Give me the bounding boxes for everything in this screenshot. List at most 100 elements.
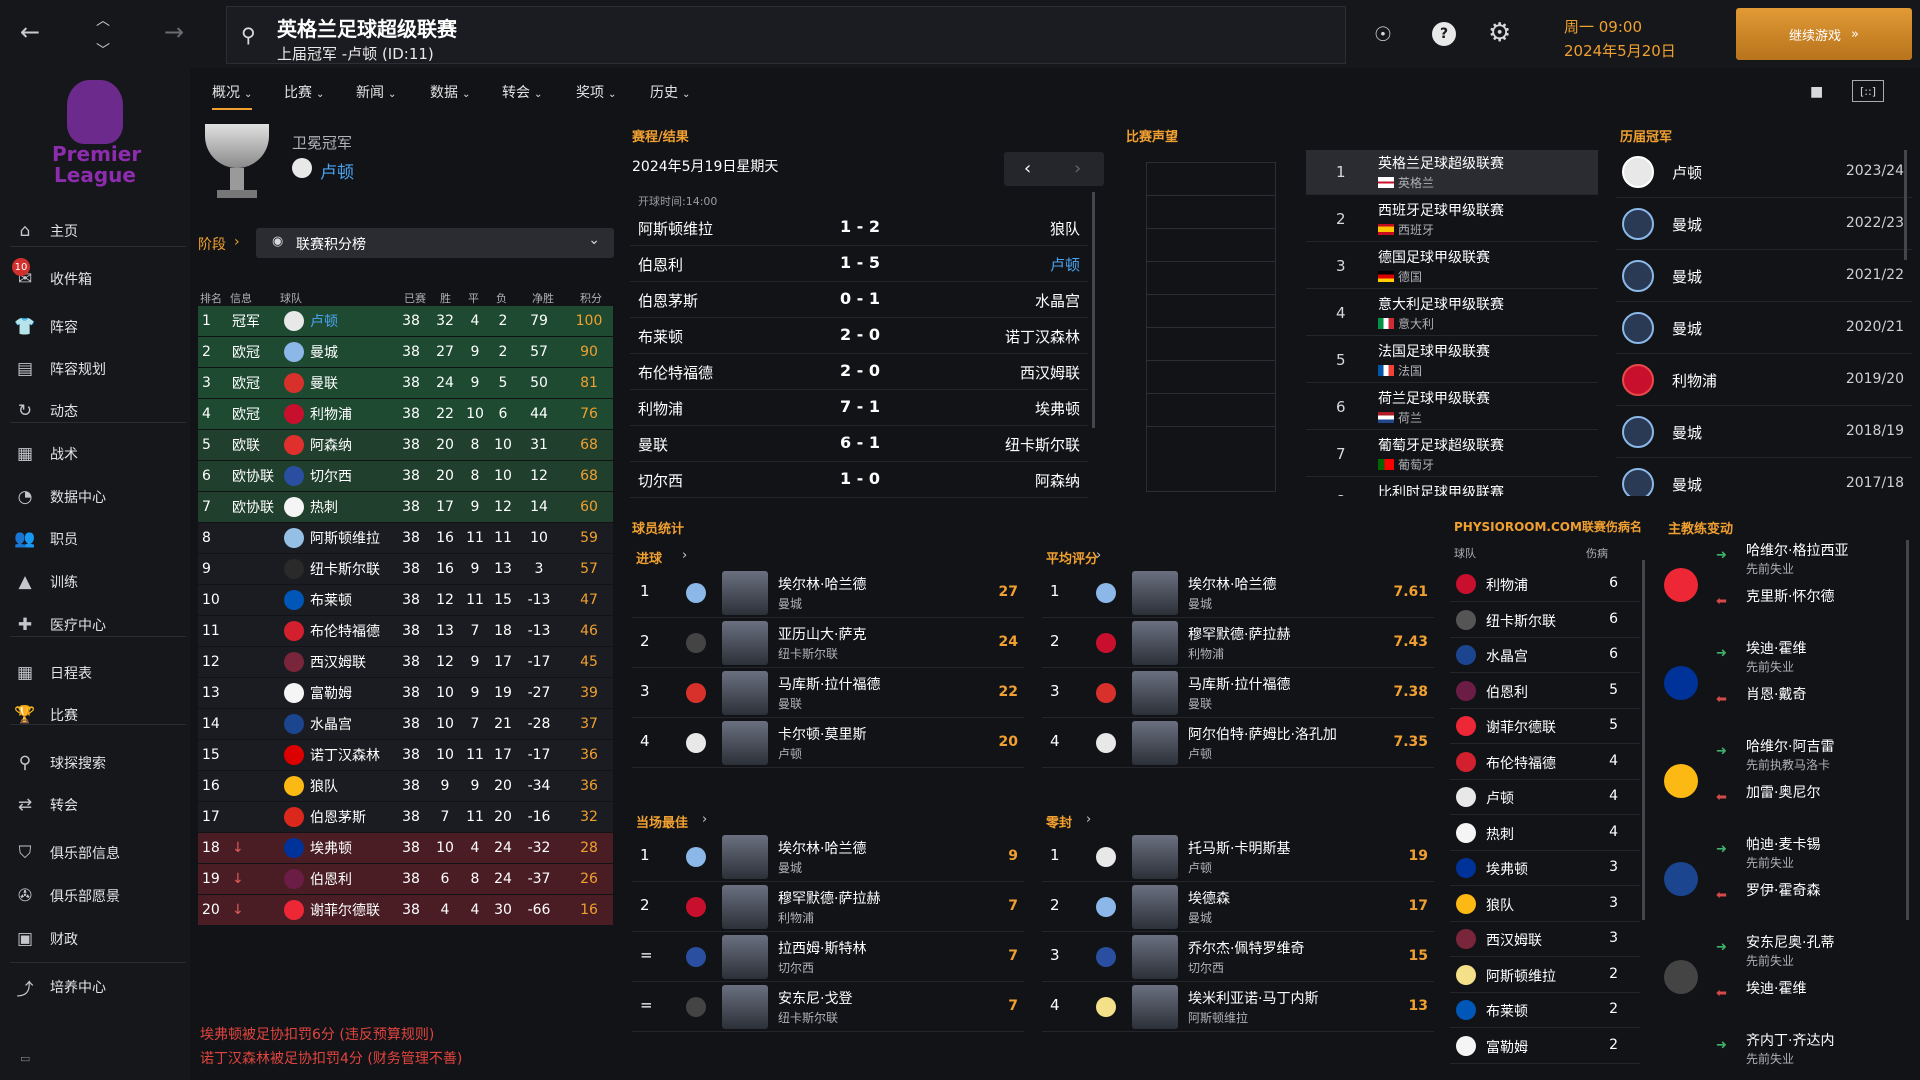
sidebar-item-13[interactable]: ⇄ 转会 <box>0 788 190 822</box>
player-row[interactable]: = 拉西姆·斯特林 切尔西 7 <box>632 932 1024 982</box>
injury-team[interactable]: 伯恩利 <box>1486 682 1528 702</box>
player-photo[interactable] <box>1132 571 1178 615</box>
player-photo[interactable] <box>1132 885 1178 929</box>
managers-scrollbar[interactable] <box>1906 540 1909 920</box>
injury-team[interactable]: 布伦特福德 <box>1486 753 1556 773</box>
player-row[interactable]: 3 乔尔杰·佩特罗维奇 切尔西 15 <box>1042 932 1434 982</box>
help-icon[interactable]: ? <box>1432 22 1456 46</box>
table-row[interactable]: 15 诺丁汉森林 38 10 11 17 -17 36 <box>198 740 613 770</box>
table-row[interactable]: 7 欧协联 热刺 38 17 9 12 14 60 <box>198 492 613 522</box>
player-name[interactable]: 穆罕默德·萨拉赫 <box>1188 624 1290 644</box>
injuries-col-count[interactable]: 伤病 <box>1586 545 1608 561</box>
player-photo[interactable] <box>722 935 768 979</box>
player-row[interactable]: 2 穆罕默德·萨拉赫 利物浦 7 <box>632 882 1024 932</box>
table-row[interactable]: 12 西汉姆联 38 12 9 17 -17 45 <box>198 647 613 677</box>
league-row[interactable]: 8 比利时足球甲级联赛 <box>1306 479 1598 496</box>
table-dropdown[interactable]: ◉ 联赛积分榜 ⌄ <box>256 228 614 258</box>
injury-team[interactable]: 富勒姆 <box>1486 1037 1528 1057</box>
manager-change-row[interactable]: ➜ 哈维尔·阿吉雷 先前执教马洛卡 ⬅ 加雷·奥尼尔 <box>1664 732 1900 830</box>
chevron-down-icon[interactable]: ﹀ <box>96 40 110 60</box>
away-team[interactable]: 纽卡斯尔联 <box>1005 434 1080 455</box>
away-team[interactable]: 诺丁汉森林 <box>1005 326 1080 347</box>
sidebar-item-7[interactable]: 👥 职员 <box>0 522 190 556</box>
player-team[interactable]: 曼城 <box>778 595 802 612</box>
injury-row[interactable]: 水晶宫 6 <box>1450 637 1640 673</box>
manager-in-name[interactable]: 齐内丁·齐达内 <box>1746 1030 1834 1050</box>
table-header-3[interactable]: 已赛 <box>404 290 426 306</box>
chevron-right-icon[interactable]: › <box>702 812 707 827</box>
player-name[interactable]: 埃德森 <box>1188 888 1230 908</box>
match-row[interactable]: 阿斯顿维拉 1 - 2 狼队 <box>630 210 1088 246</box>
away-team[interactable]: 水晶宫 <box>1035 290 1080 311</box>
champion-row[interactable]: 曼城 2018/19 <box>1616 406 1912 458</box>
prev-date-icon[interactable]: ‹ <box>1024 158 1031 179</box>
fixtures-scrollbar[interactable] <box>1092 192 1095 428</box>
champions-title[interactable]: 历届冠军 <box>1620 126 1672 145</box>
search-bar[interactable]: ⚲ 英格兰足球超级联赛 上届冠军 -卢顿 (ID:11) <box>226 6 1346 64</box>
sidebar-item-0[interactable]: ⌂ 主页 <box>0 214 190 248</box>
player-photo[interactable] <box>1132 935 1178 979</box>
table-row[interactable]: 6 欧协联 切尔西 38 20 8 10 12 68 <box>198 461 613 491</box>
row-team[interactable]: 阿斯顿维拉 <box>310 528 380 548</box>
league-row[interactable]: 2 西班牙足球甲级联赛 西班牙 <box>1306 197 1598 242</box>
league-name[interactable]: 西班牙足球甲级联赛 <box>1378 200 1504 220</box>
table-row[interactable]: 20 ↓ 谢菲尔德联 38 4 4 30 -66 16 <box>198 895 613 925</box>
match-score[interactable]: 2 - 0 <box>820 325 900 344</box>
sidebar-item-15[interactable]: ✇ 俱乐部愿景 <box>0 879 190 913</box>
player-team[interactable]: 利物浦 <box>1188 645 1224 662</box>
table-row[interactable]: 10 布莱顿 38 12 11 15 -13 47 <box>198 585 613 615</box>
player-team[interactable]: 卢顿 <box>778 745 802 762</box>
sidebar-item-3[interactable]: ▤ 阵容规划 <box>0 352 190 386</box>
league-row[interactable]: 7 葡萄牙足球超级联赛 葡萄牙 <box>1306 432 1598 477</box>
chevron-right-icon[interactable]: › <box>682 548 687 563</box>
player-name[interactable]: 乔尔杰·佩特罗维奇 <box>1188 938 1304 958</box>
injury-row[interactable]: 谢菲尔德联 5 <box>1450 708 1640 744</box>
league-name[interactable]: 英格兰足球超级联赛 <box>1378 153 1504 173</box>
player-photo[interactable] <box>722 985 768 1029</box>
league-name[interactable]: 德国足球甲级联赛 <box>1378 247 1490 267</box>
table-row[interactable]: 16 狼队 38 9 9 20 -34 36 <box>198 771 613 801</box>
row-team[interactable]: 伯恩茅斯 <box>310 807 366 827</box>
player-team[interactable]: 曼联 <box>1188 695 1212 712</box>
stats-clean-title[interactable]: 零封 <box>1046 812 1072 831</box>
injury-row[interactable]: 阿斯顿维拉 2 <box>1450 957 1640 993</box>
row-team[interactable]: 热刺 <box>310 497 338 517</box>
row-team[interactable]: 布莱顿 <box>310 590 352 610</box>
lock-icon[interactable]: ■ <box>1810 84 1823 100</box>
injury-team[interactable]: 狼队 <box>1486 895 1514 915</box>
injury-row[interactable]: 布莱顿 2 <box>1450 992 1640 1028</box>
player-row[interactable]: 4 埃米利亚诺·马丁内斯 阿斯顿维拉 13 <box>1042 982 1434 1032</box>
injury-row[interactable]: 伯恩利 5 <box>1450 673 1640 709</box>
row-team[interactable]: 水晶宫 <box>310 714 352 734</box>
match-score[interactable]: 7 - 1 <box>820 397 900 416</box>
injury-row[interactable]: 纽卡斯尔联 6 <box>1450 602 1640 638</box>
back-arrow-icon[interactable]: ← <box>20 18 40 46</box>
injuries-title[interactable]: PHYSIOROOM.COM联赛伤病名 <box>1454 518 1642 535</box>
away-team[interactable]: 狼队 <box>1050 218 1080 239</box>
table-header-8[interactable]: 积分 <box>580 290 602 306</box>
tab-6[interactable]: 历史 ⌄ <box>650 82 690 102</box>
table-row[interactable]: 9 纽卡斯尔联 38 16 9 13 3 57 <box>198 554 613 584</box>
match-score[interactable]: 1 - 0 <box>820 469 900 488</box>
defending-team[interactable]: 卢顿 <box>320 158 354 183</box>
manager-change-row[interactable]: ➜ 安东尼奥·孔蒂 先前失业 ⬅ 埃迪·霍维 <box>1664 928 1900 1026</box>
home-team[interactable]: 布莱顿 <box>638 326 683 347</box>
row-team[interactable]: 切尔西 <box>310 466 352 486</box>
player-row[interactable]: 2 亚历山大·萨克 纽卡斯尔联 24 <box>632 618 1024 668</box>
table-header-0[interactable]: 排名 <box>200 290 222 306</box>
injury-team[interactable]: 布莱顿 <box>1486 1001 1528 1021</box>
table-row[interactable]: 17 伯恩茅斯 38 7 11 20 -16 32 <box>198 802 613 832</box>
injury-team[interactable]: 水晶宫 <box>1486 646 1528 666</box>
injuries-scrollbar[interactable] <box>1642 560 1645 920</box>
tab-2[interactable]: 新闻 ⌄ <box>356 82 396 102</box>
champion-team[interactable]: 卢顿 <box>1672 162 1702 183</box>
match-score[interactable]: 6 - 1 <box>820 433 900 452</box>
injury-team[interactable]: 西汉姆联 <box>1486 930 1542 950</box>
table-row[interactable]: 8 阿斯顿维拉 38 16 11 11 10 59 <box>198 523 613 553</box>
player-name[interactable]: 亚历山大·萨克 <box>778 624 866 644</box>
sidebar-item-16[interactable]: ▣ 财政 <box>0 922 190 956</box>
table-row[interactable]: 14 水晶宫 38 10 7 21 -28 37 <box>198 709 613 739</box>
player-photo[interactable] <box>1132 621 1178 665</box>
table-row[interactable]: 3 欧冠 曼联 38 24 9 5 50 81 <box>198 368 613 398</box>
match-row[interactable]: 曼联 6 - 1 纽卡斯尔联 <box>630 426 1088 462</box>
